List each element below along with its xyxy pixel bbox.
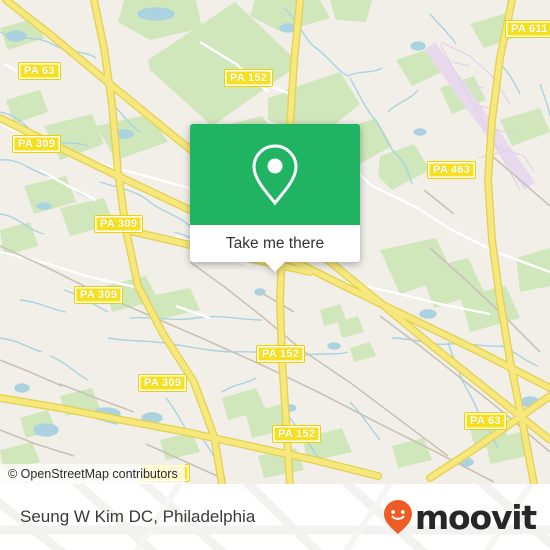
road-shield: PA 309 — [74, 286, 124, 304]
moovit-logo[interactable]: moovit — [383, 484, 537, 550]
place-title: Seung W Kim DC, Philadelphia — [20, 507, 256, 526]
road-shield: PA 611 — [505, 20, 550, 38]
osm-attribution[interactable]: © OpenStreetMap contributors — [0, 464, 185, 484]
road-shield: PA 309 — [12, 135, 62, 153]
popup-tail — [265, 262, 285, 272]
map-screen: PA 63 PA 152 PA 611 PA 309 PA 309 PA 463 PA 30… — [0, 0, 550, 550]
road-shield: PA 463 — [427, 161, 477, 179]
footer-bar: Seung W Kim DC, Philadelphia moovit — [0, 484, 550, 550]
popup-image-area — [190, 124, 360, 225]
location-popup-card[interactable]: Take me there — [190, 124, 360, 272]
road-shield: PA 63 — [464, 412, 507, 430]
location-pin-icon — [249, 142, 301, 208]
road-shield: PA 309 — [94, 215, 144, 233]
map-canvas[interactable]: PA 63 PA 152 PA 611 PA 309 PA 309 PA 463 PA 30… — [0, 0, 550, 484]
popup-action-area[interactable]: Take me there — [190, 225, 360, 262]
moovit-wordmark: moovit — [414, 497, 537, 537]
road-shield: PA 63 — [18, 62, 61, 80]
road-shield: PA 152 — [256, 345, 306, 363]
moovit-pin-icon — [383, 499, 413, 535]
road-shield: PA 152 — [224, 69, 274, 87]
road-shield: PA 309 — [138, 374, 188, 392]
take-me-there-label: Take me there — [225, 234, 325, 252]
road-shield: PA 152 — [272, 425, 322, 443]
